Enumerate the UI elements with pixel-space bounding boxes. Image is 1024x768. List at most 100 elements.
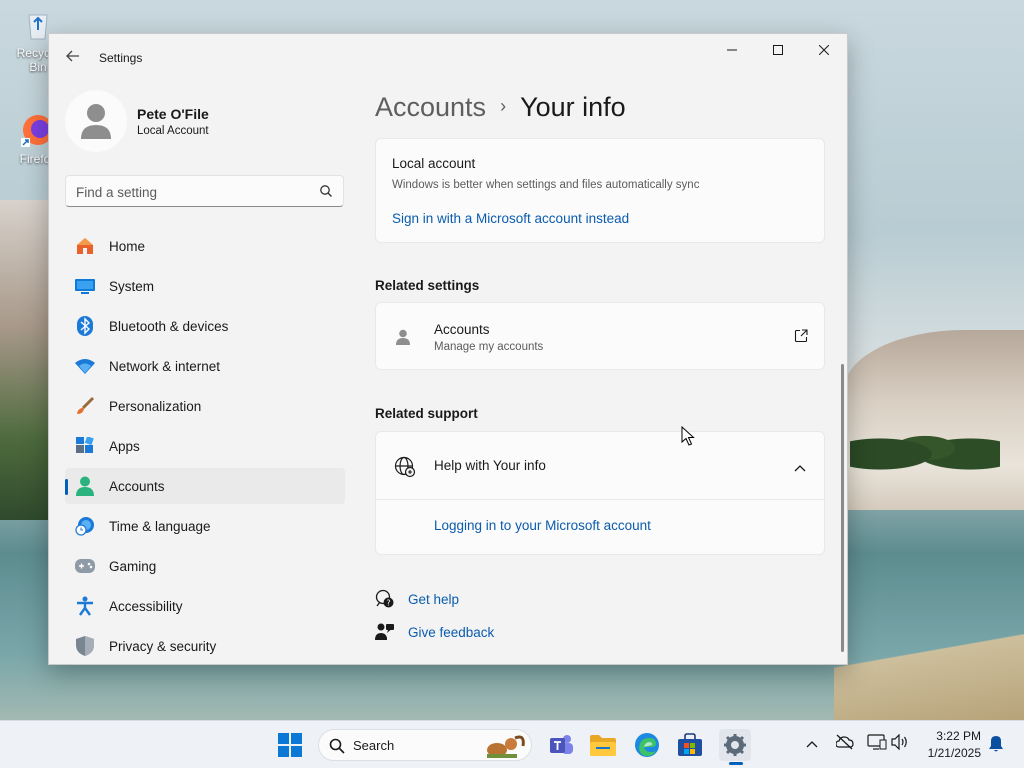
- sidebar-item-bluetooth[interactable]: Bluetooth & devices: [65, 308, 345, 344]
- breadcrumb-parent[interactable]: Accounts: [375, 92, 486, 122]
- local-account-card: Local account Windows is better when set…: [375, 138, 825, 243]
- avatar[interactable]: [65, 90, 127, 152]
- shield-icon: [75, 636, 95, 656]
- page-title: Your info: [520, 92, 626, 122]
- volume-icon[interactable]: [891, 733, 909, 753]
- search-icon[interactable]: [319, 184, 333, 198]
- sidebar-item-accessibility[interactable]: Accessibility: [65, 588, 345, 624]
- give-feedback-row[interactable]: Give feedback: [375, 622, 494, 642]
- bluetooth-icon: [75, 316, 95, 336]
- maximize-button[interactable]: [755, 34, 801, 66]
- close-icon: [819, 45, 829, 55]
- logging-in-help-link[interactable]: Logging in to your Microsoft account: [434, 518, 651, 533]
- gamepad-icon: [75, 556, 95, 576]
- get-help-row[interactable]: ? Get help: [375, 589, 459, 609]
- notification-bell-icon[interactable]: [988, 735, 1004, 756]
- sidebar-item-label: Time & language: [109, 518, 211, 534]
- sidebar-item-apps[interactable]: Apps: [65, 428, 345, 464]
- search-icon: [329, 738, 345, 754]
- sidebar-item-label: Home: [109, 238, 146, 254]
- desktop-wallpaper-grass: [834, 630, 1024, 720]
- help-expander-header[interactable]: Help with Your info: [376, 432, 824, 500]
- profile-account-type: Local Account: [137, 125, 209, 137]
- apps-icon: [75, 436, 95, 456]
- sidebar-item-label: Privacy & security: [109, 638, 217, 654]
- feedback-icon: [375, 622, 395, 642]
- person-icon: [81, 104, 111, 139]
- open-external-icon: [794, 329, 808, 348]
- sidebar-item-time-language[interactable]: Time & language: [65, 508, 345, 544]
- microsoft-store-icon[interactable]: [674, 729, 706, 761]
- sidebar-item-label: System: [109, 278, 155, 294]
- profile-card: Pete O'File Local Account: [65, 90, 355, 160]
- edge-icon[interactable]: [631, 729, 663, 761]
- related-setting-title: Accounts: [434, 322, 490, 337]
- taskbar-search-label: Search: [353, 738, 395, 753]
- maximize-icon: [773, 45, 783, 55]
- taskbar: Search 3:22 PM 1/21/2025: [0, 720, 1024, 768]
- sidebar-item-privacy[interactable]: Privacy & security: [65, 628, 345, 664]
- system-clock[interactable]: 3:22 PM 1/21/2025: [928, 728, 981, 762]
- person-icon: [396, 329, 410, 350]
- mouse-cursor-icon: [681, 425, 695, 451]
- sidebar-item-accounts[interactable]: Accounts: [65, 468, 345, 504]
- sidebar-item-gaming[interactable]: Gaming: [65, 548, 345, 584]
- sidebar-item-network[interactable]: Network & internet: [65, 348, 345, 384]
- sidebar-item-label: Accounts: [109, 478, 165, 494]
- minimize-icon: [727, 49, 737, 51]
- sidebar-item-label: Personalization: [109, 398, 202, 414]
- settings-taskbar-icon[interactable]: [719, 729, 751, 761]
- sign-in-microsoft-link[interactable]: Sign in with a Microsoft account instead: [392, 211, 629, 226]
- windows-logo-icon: [278, 733, 302, 757]
- app-title: Settings: [99, 51, 143, 65]
- local-account-title: Local account: [392, 156, 476, 171]
- sidebar-item-home[interactable]: Home: [65, 228, 345, 264]
- sidebar-item-label: Network & internet: [109, 358, 221, 374]
- start-button[interactable]: [274, 729, 306, 761]
- home-icon: [75, 236, 95, 256]
- sidebar-item-label: Apps: [109, 438, 140, 454]
- desktop-wallpaper-trees: [850, 418, 1000, 478]
- svg-text:?: ?: [386, 599, 390, 608]
- sidebar-item-system[interactable]: System: [65, 268, 345, 304]
- settings-window: Settings Pete O'File Local Account Find …: [48, 33, 848, 665]
- help-expander-title: Help with Your info: [434, 458, 546, 473]
- content-scrollbar[interactable]: [841, 364, 844, 652]
- taskbar-search[interactable]: Search: [318, 729, 532, 761]
- breadcrumb: Accounts › Your info: [375, 92, 626, 123]
- close-button[interactable]: [801, 34, 847, 66]
- sidebar-item-label: Bluetooth & devices: [109, 318, 229, 334]
- chevron-up-icon[interactable]: [794, 459, 806, 477]
- network-icon[interactable]: [867, 734, 887, 753]
- find-setting-search[interactable]: [65, 175, 344, 207]
- globe-clock-icon: [75, 516, 95, 536]
- back-button[interactable]: [61, 48, 85, 68]
- breadcrumb-separator: ›: [500, 96, 507, 116]
- help-expander: Help with Your info Logging in to your M…: [375, 431, 825, 555]
- related-support-heading: Related support: [375, 406, 478, 421]
- related-setting-accounts[interactable]: Accounts Manage my accounts: [375, 302, 825, 370]
- sidebar-item-label: Accessibility: [109, 598, 183, 614]
- get-help-icon: ?: [375, 589, 395, 609]
- sidebar-item-personalization[interactable]: Personalization: [65, 388, 345, 424]
- wifi-icon: [75, 356, 95, 376]
- file-explorer-icon[interactable]: [587, 729, 619, 761]
- onedrive-offline-icon[interactable]: [835, 734, 854, 753]
- globe-icon: [394, 456, 416, 483]
- teams-icon[interactable]: [545, 729, 577, 761]
- give-feedback-link[interactable]: Give feedback: [408, 625, 494, 640]
- brush-icon: [75, 396, 95, 416]
- local-account-description: Windows is better when settings and file…: [392, 179, 700, 191]
- search-input[interactable]: [76, 182, 306, 202]
- clock-time: 3:22 PM: [936, 729, 981, 743]
- clock-date: 1/21/2025: [927, 746, 981, 760]
- show-hidden-icons-chevron-icon[interactable]: [806, 736, 818, 751]
- sidebar-item-label: Gaming: [109, 558, 157, 574]
- get-help-link[interactable]: Get help: [408, 592, 459, 607]
- sidebar-nav: Home System Bluetooth & devices Network …: [65, 228, 345, 664]
- related-settings-heading: Related settings: [375, 278, 480, 293]
- title-bar: Settings: [49, 34, 847, 82]
- system-icon: [75, 276, 95, 296]
- arrow-left-icon: [66, 50, 79, 62]
- minimize-button[interactable]: [709, 34, 755, 66]
